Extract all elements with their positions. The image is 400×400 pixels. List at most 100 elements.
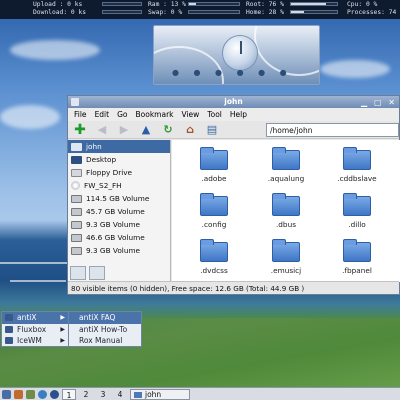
sidebar-item-label: 9.3 GB Volume	[86, 220, 141, 229]
folder-item[interactable]: .config	[184, 190, 244, 232]
menu-view[interactable]: View	[182, 110, 200, 119]
up-icon[interactable]: ▲	[139, 123, 153, 136]
back-icon[interactable]: ◀	[95, 123, 109, 136]
sidebar-item-label: john	[86, 142, 102, 151]
menu-item-antix-howto[interactable]: antiX How-To	[69, 324, 141, 336]
home-icon[interactable]: ⌂	[183, 123, 197, 136]
window-controls[interactable]: ▁ ▢ ✕	[361, 97, 397, 109]
menu-edit[interactable]: Edit	[95, 110, 110, 119]
sidebar-item-label: 9.3 GB Volume	[86, 246, 141, 255]
window-menu-icon[interactable]	[71, 98, 79, 106]
sidebar-item-floppy[interactable]: Floppy Drive	[68, 166, 170, 179]
drive-icon[interactable]: ▤	[205, 123, 219, 136]
add-icon[interactable]: ✚	[73, 122, 87, 138]
forward-icon[interactable]: ▶	[117, 123, 131, 136]
menu-bar: File Edit Go Bookmark View Tool Help	[68, 108, 399, 121]
submenu-arrow-icon: ▶	[60, 325, 65, 333]
location-input[interactable]: /home/john	[266, 123, 399, 137]
sidebar-item-volume[interactable]: 45.7 GB Volume	[68, 205, 170, 218]
sidebar-item-label: Floppy Drive	[86, 168, 133, 177]
folder-item[interactable]: .dillo	[327, 190, 387, 232]
sidebar-item-volume[interactable]: 9.3 GB Volume	[68, 218, 170, 231]
menu-bookmark[interactable]: Bookmark	[136, 110, 174, 119]
root-menu: antiX ▶ Fluxbox ▶ IceWM ▶	[1, 311, 69, 347]
system-monitor-bar: Upload : 0 ks Download: 0 ks Ram : 13 % …	[0, 0, 400, 19]
widget-dots: ● ● ● ● ● ●	[172, 68, 293, 77]
cloud	[10, 40, 100, 60]
sidebar-item-label: Desktop	[86, 155, 117, 164]
sidebar-item-volume[interactable]: 9.3 GB Volume	[68, 244, 170, 257]
menu-item-label: antiX How-To	[79, 324, 128, 334]
sidebar-item-label: FW_S2_FH	[84, 181, 122, 190]
fluxbox-icon	[5, 325, 13, 333]
sidebar-item-volume[interactable]: 114.5 GB Volume	[68, 192, 170, 205]
sidebar-item-desktop[interactable]: Desktop	[68, 153, 170, 166]
folder-item[interactable]: .aqualung	[256, 144, 316, 186]
widget-arc	[154, 46, 224, 84]
sidebar-item-cdrom[interactable]: FW_S2_FH	[68, 179, 170, 192]
root-bar	[290, 2, 338, 6]
workspace-4[interactable]: 4	[113, 389, 127, 400]
sidebar-buttons	[70, 266, 105, 280]
folder-item[interactable]: .adobe	[184, 144, 244, 186]
menu-help[interactable]: Help	[230, 110, 247, 119]
folder-icon	[272, 193, 300, 216]
menu-go[interactable]: Go	[117, 110, 127, 119]
sidebar-item-john[interactable]: john	[68, 140, 170, 153]
folder-item[interactable]: .dbus	[256, 190, 316, 232]
folder-icon	[343, 193, 371, 216]
workspace-2[interactable]: 2	[79, 389, 93, 400]
folder-icon	[200, 147, 228, 170]
ram-bar	[188, 2, 240, 6]
folder-label: .fbpanel	[342, 266, 372, 275]
folder-item[interactable]: .fbpanel	[327, 236, 387, 278]
folder-item[interactable]: .dvdcss	[184, 236, 244, 278]
disk-icon	[71, 220, 82, 229]
folder-icon	[272, 147, 300, 170]
sidebar-item-label: 46.6 GB Volume	[86, 233, 145, 242]
status-bar: 80 visible items (0 hidden), Free space:…	[68, 281, 399, 294]
menu-tool[interactable]: Tool	[207, 110, 222, 119]
toolbar: ✚ ◀ ▶ ▲ ↻ ⌂ ▤ /home/john	[68, 121, 399, 139]
folder-icon	[200, 239, 228, 262]
menu-item-fluxbox[interactable]: Fluxbox ▶	[2, 324, 68, 336]
terminal-icon[interactable]	[14, 389, 23, 399]
menu-item-antix-faq[interactable]: antiX FAQ	[69, 312, 141, 324]
disk-icon	[71, 246, 82, 255]
workspace-3[interactable]: 3	[96, 389, 110, 400]
menu-item-label: antiX	[17, 313, 37, 323]
drive-icon[interactable]	[70, 266, 86, 280]
cloud	[320, 60, 390, 78]
sidebar-item-volume[interactable]: 46.6 GB Volume	[68, 231, 170, 244]
window-titlebar[interactable]: john ▁ ▢ ✕	[68, 96, 399, 108]
folder-label: .dillo	[348, 220, 366, 229]
menu-item-label: IceWM	[17, 336, 42, 346]
process-count: Processes: 74	[347, 9, 397, 16]
folder-label: .config	[201, 220, 227, 229]
start-menu-icon[interactable]	[2, 389, 11, 399]
antix-icon	[5, 314, 13, 322]
home-usage: Home: 28 %	[246, 9, 284, 16]
menu-item-rox-manual[interactable]: Rox Manual	[69, 335, 141, 347]
cloud	[0, 105, 60, 129]
folder-icon	[343, 239, 371, 262]
folder-icon	[272, 239, 300, 262]
folder-item[interactable]: .emusicj	[256, 236, 316, 278]
file-manager-icon[interactable]	[26, 389, 35, 399]
download-graph	[102, 10, 142, 14]
clock-dial-icon	[222, 35, 258, 71]
menu-item-antix[interactable]: antiX ▶	[2, 312, 68, 324]
home-bar	[290, 10, 338, 14]
computer-icon[interactable]	[89, 266, 105, 280]
menu-file[interactable]: File	[74, 110, 87, 119]
disk-icon	[71, 233, 82, 242]
workspace-1[interactable]: 1	[62, 388, 76, 400]
menu-item-icewm[interactable]: IceWM ▶	[2, 335, 68, 347]
folder-icon	[343, 147, 371, 170]
folder-item[interactable]: .cddbslave	[327, 144, 387, 186]
media-icon[interactable]	[50, 389, 59, 399]
window-title: john	[224, 97, 243, 106]
taskbar-item-john[interactable]: john	[130, 388, 190, 400]
browser-icon[interactable]	[38, 389, 47, 399]
reload-icon[interactable]: ↻	[161, 123, 175, 136]
